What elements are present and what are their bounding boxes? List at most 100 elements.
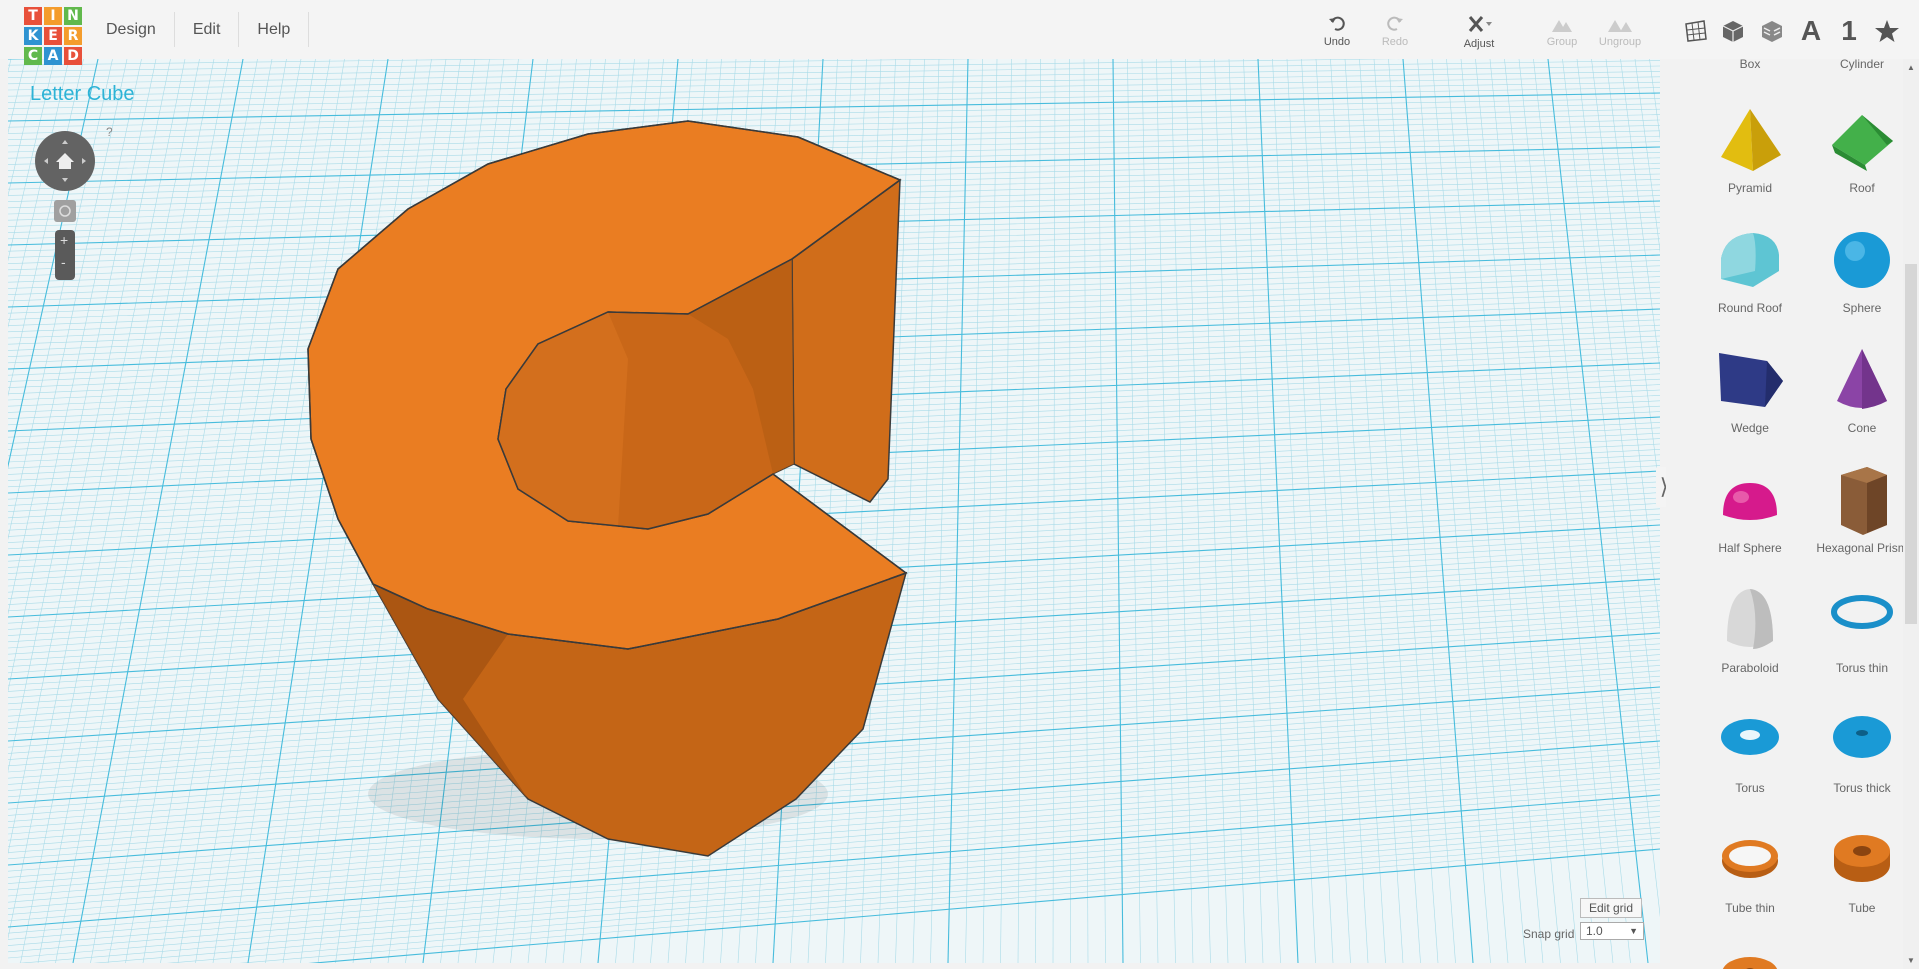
logo-letter: N <box>64 7 82 25</box>
round-roof-icon <box>1721 233 1779 287</box>
view-help-icon[interactable]: ? <box>106 125 113 139</box>
logo-letter: R <box>64 27 82 45</box>
shape-label: Torus thick <box>1833 781 1891 795</box>
workplane-grid-icon[interactable] <box>1681 16 1711 46</box>
half-sphere-icon <box>1723 483 1777 520</box>
adjust-button[interactable]: Adjust <box>1449 14 1509 50</box>
tube-thin-icon <box>1722 840 1778 878</box>
adjust-label: Adjust <box>1463 38 1495 50</box>
shape-label: Round Roof <box>1717 301 1783 315</box>
shape-label: Cylinder <box>1839 59 1884 71</box>
group-button[interactable]: Group <box>1532 14 1592 48</box>
shape-label: Tube thin <box>1725 901 1775 915</box>
number-shapes-icon[interactable]: 1 <box>1834 15 1864 46</box>
logo-letter: D <box>64 47 82 65</box>
zoom-out-button[interactable]: - <box>61 254 66 270</box>
shape-label: Cone <box>1847 421 1877 435</box>
ungroup-icon <box>1608 20 1632 32</box>
pyramid-icon <box>1721 109 1781 171</box>
logo-letter: A <box>44 47 62 65</box>
shape-round-roof[interactable]: Round Roof <box>1695 225 1805 315</box>
fit-view-button[interactable] <box>54 200 76 222</box>
design-title[interactable]: Letter Cube <box>30 83 135 106</box>
shape-tube-thin[interactable]: Tube thin <box>1695 825 1805 915</box>
shape-label: Torus <box>1735 781 1765 795</box>
menu-help[interactable]: Help <box>239 12 310 47</box>
top-toolbar: T I N K E R C A D Design Edit Help Undo … <box>0 0 1919 65</box>
tube-partial-icon <box>1722 957 1778 969</box>
edit-grid-button[interactable]: Edit grid <box>1580 898 1643 918</box>
shape-torus-thin[interactable]: Torus thin <box>1807 585 1917 675</box>
shape-torus-thick[interactable]: Torus thick <box>1807 705 1917 795</box>
roof-icon <box>1832 115 1893 171</box>
snap-grid-select[interactable]: 1.0 ▼ <box>1580 922 1644 940</box>
tinkercad-logo[interactable]: T I N K E R C A D <box>24 7 86 69</box>
group-icon <box>1552 20 1572 32</box>
dropdown-arrow-icon: ▼ <box>1629 926 1638 936</box>
workplane-viewport[interactable] <box>8 59 1660 963</box>
tube-icon <box>1834 835 1890 882</box>
shape-label: Box <box>1739 59 1761 71</box>
shape-label: Wedge <box>1731 421 1769 435</box>
wedge-icon <box>1719 353 1783 407</box>
text-shapes-icon[interactable]: A <box>1796 15 1826 46</box>
logo-letter: I <box>44 7 62 25</box>
shape-roof[interactable]: Roof <box>1807 105 1917 195</box>
shape-sphere[interactable]: Sphere <box>1807 225 1917 315</box>
shape-cylinder[interactable]: Cylinder <box>1807 59 1917 71</box>
sphere-icon <box>1834 232 1890 288</box>
ungroup-button[interactable]: Ungroup <box>1590 14 1650 48</box>
shape-label: Half Sphere <box>1718 541 1782 555</box>
shape-label: Roof <box>1849 181 1875 195</box>
menu-design[interactable]: Design <box>88 12 175 47</box>
shape-wedge[interactable]: Wedge <box>1695 345 1805 435</box>
redo-label: Redo <box>1381 36 1409 48</box>
scroll-down-icon[interactable]: ▼ <box>1907 956 1915 965</box>
shape-hexagonal-prism[interactable]: Hexagonal Prism <box>1807 465 1917 555</box>
workplane-grid <box>8 59 1660 963</box>
shape-label: Pyramid <box>1727 181 1772 195</box>
adjust-icon <box>1468 16 1492 32</box>
shape-label: Tube <box>1848 901 1876 915</box>
torus-thin-icon <box>1831 595 1893 629</box>
shapes-panel: Box Cylinder Pyramid Roof Round Roof Sph… <box>1666 59 1919 969</box>
zoom-in-button[interactable]: + <box>60 232 68 248</box>
shape-label: Torus thin <box>1835 661 1889 675</box>
group-label: Group <box>1546 36 1578 48</box>
logo-letter: E <box>44 27 62 45</box>
torus-thick-icon <box>1833 716 1891 758</box>
snap-grid-value: 1.0 <box>1586 924 1603 938</box>
shape-box[interactable]: Box <box>1695 59 1805 71</box>
logo-letter: K <box>24 27 42 45</box>
undo-label: Undo <box>1323 36 1351 48</box>
panel-scrollbar[interactable]: ▲ ▼ <box>1903 59 1919 969</box>
redo-button[interactable]: Redo <box>1365 14 1425 48</box>
paraboloid-icon <box>1727 589 1773 649</box>
shape-label: Hexagonal Prism <box>1816 541 1908 555</box>
scroll-thumb[interactable] <box>1905 264 1917 624</box>
menu-edit[interactable]: Edit <box>175 12 240 47</box>
scroll-up-icon[interactable]: ▲ <box>1907 63 1915 72</box>
geometric-shapes-icon[interactable] <box>1718 16 1748 46</box>
favorites-star-icon[interactable] <box>1872 16 1902 46</box>
redo-icon <box>1387 16 1403 31</box>
logo-letter: C <box>24 47 42 65</box>
undo-icon <box>1329 16 1345 31</box>
shape-paraboloid[interactable]: Paraboloid <box>1695 585 1805 675</box>
hexagonal-prism-icon <box>1841 467 1887 535</box>
shape-tube[interactable]: Tube <box>1807 825 1917 915</box>
main-menu: Design Edit Help <box>88 0 310 59</box>
holes-icon[interactable] <box>1757 16 1787 46</box>
snap-grid-label: Snap grid <box>1523 927 1575 941</box>
logo-letter: T <box>24 7 42 25</box>
undo-button[interactable]: Undo <box>1307 14 1367 48</box>
shape-label: Sphere <box>1842 301 1882 315</box>
shape-partial-next[interactable] <box>1695 945 1805 969</box>
torus-icon <box>1721 719 1779 755</box>
shape-half-sphere[interactable]: Half Sphere <box>1695 465 1805 555</box>
ungroup-label: Ungroup <box>1598 36 1642 48</box>
shape-torus[interactable]: Torus <box>1695 705 1805 795</box>
shape-pyramid[interactable]: Pyramid <box>1695 105 1805 195</box>
shape-cone[interactable]: Cone <box>1807 345 1917 435</box>
cone-icon <box>1837 349 1887 409</box>
